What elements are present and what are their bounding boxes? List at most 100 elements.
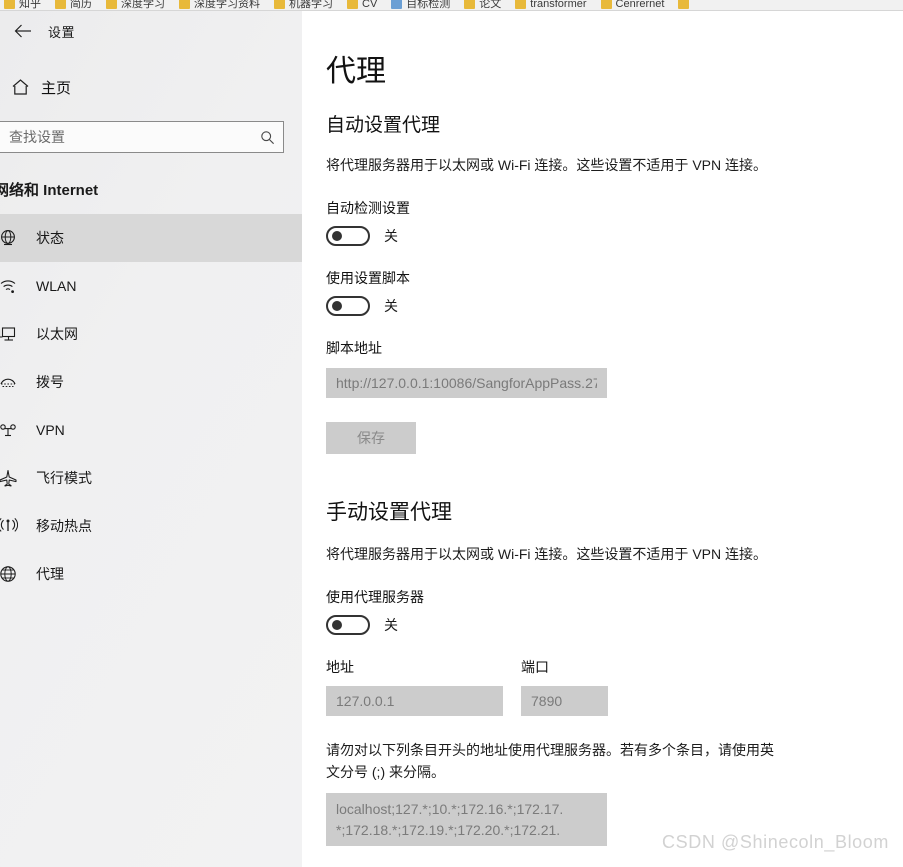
sidebar-item-label: VPN (36, 422, 65, 438)
screenshot-root: 知乎 简历 深度学习 深度学习资料 机器学习 CV 目标检测 论文 transf… (0, 0, 903, 867)
home-icon (0, 78, 40, 96)
bookmark-folder-icon (678, 0, 690, 9)
bypass-list-textarea[interactable]: localhost;127.*;10.*;172.16.*;172.17. *;… (326, 793, 607, 847)
search-box[interactable] (0, 121, 284, 153)
port-input[interactable]: 7890 (521, 686, 608, 716)
sidebar-group-title: 网络和 Internet (0, 182, 99, 199)
page-title: 代理 (326, 55, 386, 88)
wifi-icon (0, 277, 28, 295)
airplane-icon (0, 469, 28, 487)
bookmark-label: Cenrernet (615, 0, 665, 10)
sidebar-item-home-label: 主页 (41, 79, 72, 97)
bookmark-folder-icon (600, 0, 612, 9)
sidebar-item-label: 代理 (36, 566, 64, 582)
sidebar-item-label: 拨号 (36, 374, 64, 390)
use-script-label: 使用设置脚本 (326, 270, 410, 286)
bookmark-folder-icon (4, 0, 15, 9)
bookmark-item[interactable] (678, 0, 690, 10)
script-address-value: http://127.0.0.1:10086/SangforAppPass.27… (336, 375, 597, 391)
proxy-globe-icon (0, 564, 28, 584)
manual-proxy-description: 将代理服务器用于以太网或 Wi-Fi 连接。这些设置不适用于 VPN 连接。 (326, 546, 767, 562)
bookmark-item[interactable]: Cenrernet (600, 0, 665, 10)
script-address-label: 脚本地址 (326, 340, 382, 356)
auto-proxy-description: 将代理服务器用于以太网或 Wi-Fi 连接。这些设置不适用于 VPN 连接。 (326, 157, 767, 173)
script-address-input[interactable]: http://127.0.0.1:10086/SangforAppPass.27… (326, 368, 607, 398)
sidebar-item-airplane-mode[interactable]: 飞行模式 (0, 454, 302, 502)
browser-bookmarks-bar[interactable]: 知乎 简历 深度学习 深度学习资料 机器学习 CV 目标检测 论文 transf… (0, 0, 903, 11)
back-arrow-icon[interactable] (2, 16, 44, 46)
bookmark-folder-icon (464, 0, 476, 9)
bookmark-label: 目标检测 (406, 0, 451, 10)
bookmark-folder-icon (347, 0, 358, 9)
bookmark-label: 深度学习资料 (194, 0, 260, 10)
bypass-line: *;172.22.*;172.23.*;172.24.*;172.25. (336, 841, 597, 846)
sidebar-item-status[interactable]: 状态 (0, 214, 302, 262)
sidebar-item-vpn[interactable]: VPN (0, 406, 302, 454)
address-column: 地址 127.0.0.1 (326, 635, 503, 716)
toggle-knob (332, 620, 342, 630)
port-value: 7890 (531, 693, 563, 709)
ethernet-icon (0, 325, 28, 343)
toggle-knob (332, 301, 342, 311)
bookmark-label: 论文 (479, 0, 502, 10)
bookmark-label: 机器学习 (289, 0, 333, 10)
auto-detect-label: 自动检测设置 (326, 200, 410, 216)
bypass-line: localhost;127.*;10.*;172.16.*;172.17. (336, 801, 564, 818)
use-proxy-toggle[interactable] (326, 615, 370, 635)
toggle-knob (332, 231, 342, 241)
sidebar-item-ethernet[interactable]: 以太网 (0, 310, 302, 358)
sidebar-item-home[interactable]: 主页 (0, 65, 302, 109)
manual-proxy-heading: 手动设置代理 (326, 501, 452, 524)
settings-sidebar: 设置 主页 网 (0, 11, 302, 867)
bookmark-page-icon (391, 0, 403, 9)
use-script-toggle[interactable] (326, 296, 370, 316)
use-proxy-toggle-row: 关 (326, 615, 903, 635)
auto-detect-toggle-row: 关 (326, 226, 903, 246)
auto-detect-state: 关 (384, 228, 398, 244)
address-input[interactable]: 127.0.0.1 (326, 686, 503, 716)
bookmark-item[interactable]: transformer (515, 0, 587, 10)
bookmark-item[interactable]: CV (347, 0, 378, 10)
bypass-line: *;172.18.*;172.19.*;172.20.*;172.21. (336, 822, 561, 839)
bookmark-label: 知乎 (19, 0, 41, 10)
sidebar-item-label: 飞行模式 (36, 470, 92, 486)
bookmark-folder-icon (55, 0, 66, 9)
csdn-watermark: CSDN @Shinecoln_Bloom (662, 832, 889, 852)
bookmark-folder-icon (515, 0, 527, 9)
bookmark-item[interactable]: 深度学习资料 (179, 0, 260, 10)
sidebar-item-label: WLAN (36, 278, 77, 294)
port-label: 端口 (521, 659, 549, 675)
use-proxy-state: 关 (384, 617, 398, 633)
bookmark-item[interactable]: 深度学习 (106, 0, 165, 10)
sidebar-item-label: 以太网 (36, 326, 78, 342)
bookmark-item[interactable]: 知乎 (4, 0, 41, 10)
bookmark-label: transformer (530, 0, 587, 10)
settings-titlebar: 设置 (0, 11, 302, 51)
auto-detect-toggle[interactable] (326, 226, 370, 246)
search-icon[interactable] (257, 130, 277, 145)
sidebar-item-label: 状态 (36, 230, 64, 246)
manual-proxy-section: 手动设置代理 将代理服务器用于以太网或 Wi-Fi 连接。这些设置不适用于 VP… (326, 496, 903, 867)
sidebar-item-dialup[interactable]: 拨号 (0, 358, 302, 406)
use-proxy-label: 使用代理服务器 (326, 589, 424, 605)
search-input[interactable] (9, 129, 257, 145)
settings-content: 代理 自动设置代理 将代理服务器用于以太网或 Wi-Fi 连接。这些设置不适用于… (302, 11, 903, 867)
bookmark-label: 简历 (70, 0, 92, 10)
address-port-row: 地址 127.0.0.1 端口 7890 (326, 635, 903, 716)
address-value: 127.0.0.1 (336, 693, 395, 709)
vpn-icon (0, 421, 28, 439)
save-button[interactable]: 保存 (326, 422, 416, 454)
bookmark-item[interactable]: 论文 (464, 0, 502, 10)
use-script-state: 关 (384, 298, 398, 314)
address-label: 地址 (326, 659, 354, 675)
sidebar-item-mobile-hotspot[interactable]: 移动热点 (0, 502, 302, 550)
bookmark-label: CV (362, 0, 378, 10)
bookmark-item[interactable]: 机器学习 (274, 0, 333, 10)
dialup-icon (0, 373, 28, 391)
sidebar-item-wlan[interactable]: WLAN (0, 262, 302, 310)
sidebar-item-proxy[interactable]: 代理 (0, 550, 302, 598)
hotspot-icon (0, 517, 28, 535)
bookmark-item[interactable]: 目标检测 (391, 0, 451, 10)
bookmark-item[interactable]: 简历 (55, 0, 92, 10)
settings-window: 设置 主页 网 (0, 11, 903, 867)
